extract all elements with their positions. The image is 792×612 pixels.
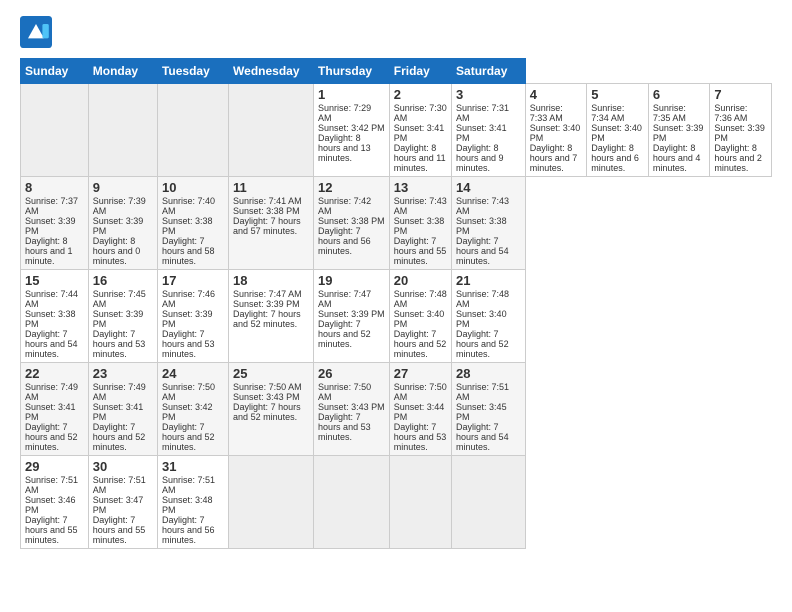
calendar-cell-day-22: 22Sunrise: 7:49 AMSunset: 3:41 PMDayligh… bbox=[21, 363, 89, 456]
header-day-saturday: Saturday bbox=[452, 59, 526, 84]
empty-cell bbox=[389, 456, 451, 549]
header bbox=[20, 16, 772, 48]
calendar-week-2: 8Sunrise: 7:37 AMSunset: 3:39 PMDaylight… bbox=[21, 177, 772, 270]
empty-cell bbox=[452, 456, 526, 549]
calendar-cell-day-17: 17Sunrise: 7:46 AMSunset: 3:39 PMDayligh… bbox=[157, 270, 228, 363]
header-day-sunday: Sunday bbox=[21, 59, 89, 84]
calendar-body: 1Sunrise: 7:29 AMSunset: 3:42 PMDaylight… bbox=[21, 84, 772, 549]
header-day-friday: Friday bbox=[389, 59, 451, 84]
empty-cell bbox=[314, 456, 390, 549]
calendar-cell-day-9: 9Sunrise: 7:39 AMSunset: 3:39 PMDaylight… bbox=[88, 177, 157, 270]
calendar-cell-day-10: 10Sunrise: 7:40 AMSunset: 3:38 PMDayligh… bbox=[157, 177, 228, 270]
header-day-thursday: Thursday bbox=[314, 59, 390, 84]
calendar-week-5: 29Sunrise: 7:51 AMSunset: 3:46 PMDayligh… bbox=[21, 456, 772, 549]
calendar-cell-day-3: 3Sunrise: 7:31 AMSunset: 3:41 PMDaylight… bbox=[452, 84, 526, 177]
calendar-table: SundayMondayTuesdayWednesdayThursdayFrid… bbox=[20, 58, 772, 549]
header-day-wednesday: Wednesday bbox=[229, 59, 314, 84]
empty-cell bbox=[229, 456, 314, 549]
calendar-week-1: 1Sunrise: 7:29 AMSunset: 3:42 PMDaylight… bbox=[21, 84, 772, 177]
calendar-cell-day-21: 21Sunrise: 7:48 AMSunset: 3:40 PMDayligh… bbox=[452, 270, 526, 363]
calendar-cell-day-15: 15Sunrise: 7:44 AMSunset: 3:38 PMDayligh… bbox=[21, 270, 89, 363]
logo bbox=[20, 16, 56, 48]
calendar-cell-day-18: 18Sunrise: 7:47 AMSunset: 3:39 PMDayligh… bbox=[229, 270, 314, 363]
calendar-week-4: 22Sunrise: 7:49 AMSunset: 3:41 PMDayligh… bbox=[21, 363, 772, 456]
empty-cell bbox=[21, 84, 89, 177]
calendar-cell-day-29: 29Sunrise: 7:51 AMSunset: 3:46 PMDayligh… bbox=[21, 456, 89, 549]
empty-cell bbox=[157, 84, 228, 177]
calendar-cell-day-19: 19Sunrise: 7:47 AMSunset: 3:39 PMDayligh… bbox=[314, 270, 390, 363]
calendar-cell-day-6: 6Sunrise: 7:35 AMSunset: 3:39 PMDaylight… bbox=[648, 84, 710, 177]
calendar-cell-day-26: 26Sunrise: 7:50 AMSunset: 3:43 PMDayligh… bbox=[314, 363, 390, 456]
calendar-cell-day-28: 28Sunrise: 7:51 AMSunset: 3:45 PMDayligh… bbox=[452, 363, 526, 456]
calendar-cell-day-12: 12Sunrise: 7:42 AMSunset: 3:38 PMDayligh… bbox=[314, 177, 390, 270]
calendar-cell-day-30: 30Sunrise: 7:51 AMSunset: 3:47 PMDayligh… bbox=[88, 456, 157, 549]
calendar-cell-day-25: 25Sunrise: 7:50 AMSunset: 3:43 PMDayligh… bbox=[229, 363, 314, 456]
calendar-week-3: 15Sunrise: 7:44 AMSunset: 3:38 PMDayligh… bbox=[21, 270, 772, 363]
header-day-tuesday: Tuesday bbox=[157, 59, 228, 84]
calendar-cell-day-4: 4Sunrise: 7:33 AMSunset: 3:40 PMDaylight… bbox=[525, 84, 587, 177]
calendar-cell-day-5: 5Sunrise: 7:34 AMSunset: 3:40 PMDaylight… bbox=[587, 84, 649, 177]
calendar-cell-day-23: 23Sunrise: 7:49 AMSunset: 3:41 PMDayligh… bbox=[88, 363, 157, 456]
calendar-cell-day-13: 13Sunrise: 7:43 AMSunset: 3:38 PMDayligh… bbox=[389, 177, 451, 270]
calendar-cell-day-2: 2Sunrise: 7:30 AMSunset: 3:41 PMDaylight… bbox=[389, 84, 451, 177]
calendar-cell-day-31: 31Sunrise: 7:51 AMSunset: 3:48 PMDayligh… bbox=[157, 456, 228, 549]
calendar-cell-day-11: 11Sunrise: 7:41 AMSunset: 3:38 PMDayligh… bbox=[229, 177, 314, 270]
calendar-header-row: SundayMondayTuesdayWednesdayThursdayFrid… bbox=[21, 59, 772, 84]
logo-icon bbox=[20, 16, 52, 48]
calendar-cell-day-16: 16Sunrise: 7:45 AMSunset: 3:39 PMDayligh… bbox=[88, 270, 157, 363]
header-day-monday: Monday bbox=[88, 59, 157, 84]
calendar-cell-day-8: 8Sunrise: 7:37 AMSunset: 3:39 PMDaylight… bbox=[21, 177, 89, 270]
calendar-cell-day-7: 7Sunrise: 7:36 AMSunset: 3:39 PMDaylight… bbox=[710, 84, 772, 177]
calendar-cell-day-14: 14Sunrise: 7:43 AMSunset: 3:38 PMDayligh… bbox=[452, 177, 526, 270]
calendar-cell-day-24: 24Sunrise: 7:50 AMSunset: 3:42 PMDayligh… bbox=[157, 363, 228, 456]
calendar-cell-day-1: 1Sunrise: 7:29 AMSunset: 3:42 PMDaylight… bbox=[314, 84, 390, 177]
empty-cell bbox=[88, 84, 157, 177]
page: SundayMondayTuesdayWednesdayThursdayFrid… bbox=[0, 0, 792, 612]
calendar-cell-day-20: 20Sunrise: 7:48 AMSunset: 3:40 PMDayligh… bbox=[389, 270, 451, 363]
empty-cell bbox=[229, 84, 314, 177]
calendar-cell-day-27: 27Sunrise: 7:50 AMSunset: 3:44 PMDayligh… bbox=[389, 363, 451, 456]
